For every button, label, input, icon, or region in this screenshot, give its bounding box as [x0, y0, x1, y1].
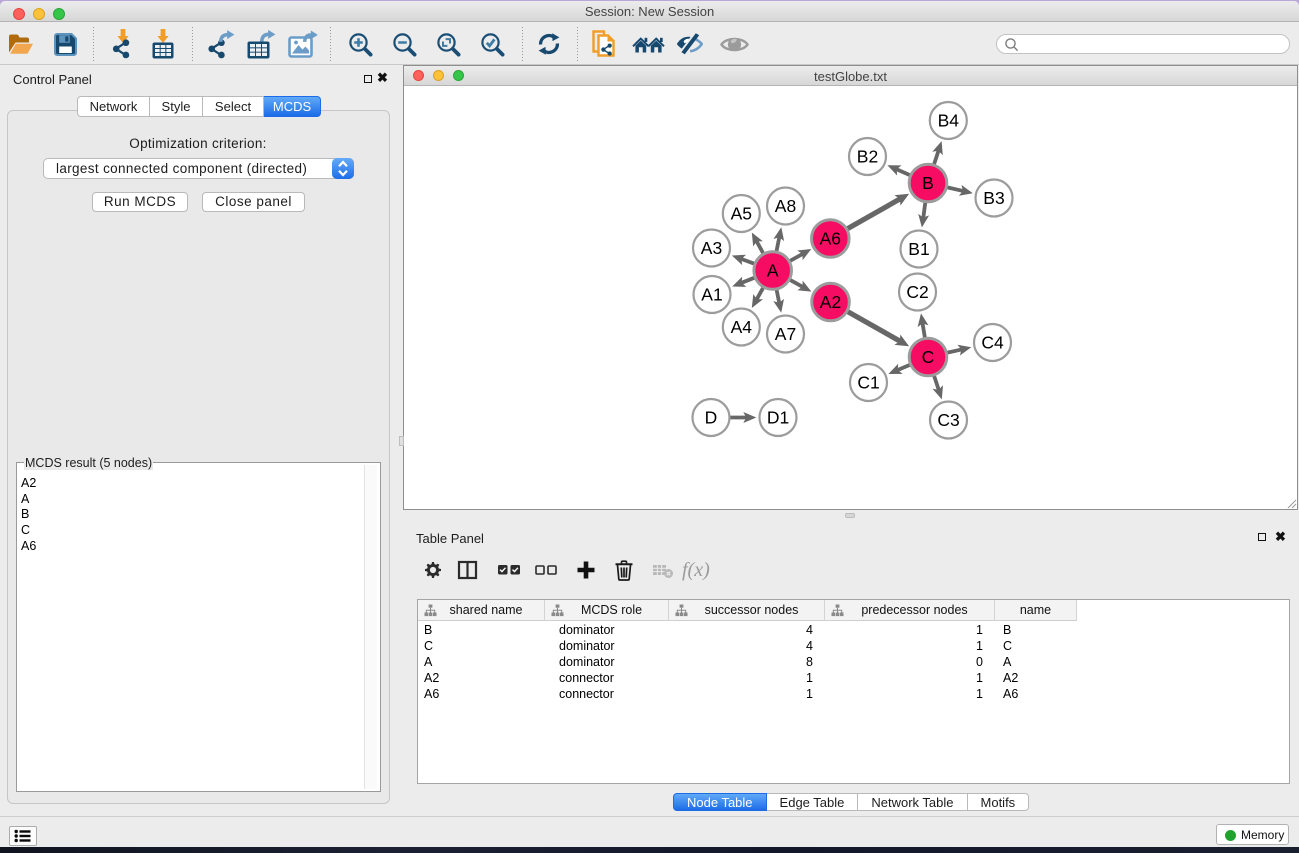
svg-text:C2: C2 [906, 282, 928, 302]
svg-text:A8: A8 [775, 196, 796, 216]
svg-text:B1: B1 [908, 239, 929, 259]
svg-text:A3: A3 [701, 238, 722, 258]
svg-text:B3: B3 [983, 188, 1004, 208]
svg-text:A1: A1 [701, 285, 722, 305]
svg-text:C: C [922, 347, 935, 367]
svg-text:A7: A7 [775, 324, 796, 344]
svg-text:C4: C4 [981, 333, 1004, 353]
svg-text:A5: A5 [731, 204, 752, 224]
svg-text:D: D [705, 408, 718, 428]
svg-text:A2: A2 [820, 292, 841, 312]
svg-text:B: B [922, 173, 934, 193]
svg-text:C1: C1 [857, 373, 879, 393]
svg-text:A6: A6 [820, 229, 841, 249]
svg-text:A: A [767, 261, 779, 281]
svg-text:C3: C3 [937, 410, 959, 430]
svg-text:B2: B2 [857, 147, 878, 167]
svg-text:A4: A4 [731, 317, 753, 337]
svg-text:B4: B4 [938, 111, 960, 131]
svg-text:D1: D1 [767, 408, 789, 428]
svg-text:f(x): f(x) [682, 559, 710, 581]
